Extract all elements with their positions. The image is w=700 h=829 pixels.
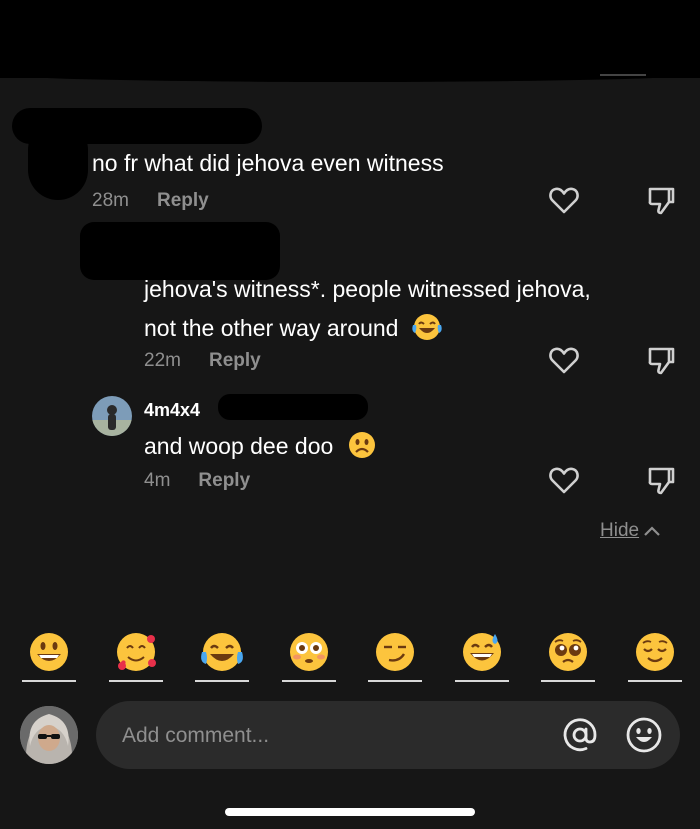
home-indicator[interactable] — [225, 808, 475, 816]
divider — [600, 74, 646, 76]
heart-icon[interactable] — [549, 466, 579, 494]
reply-button[interactable]: Reply — [198, 470, 250, 492]
dislike-icon[interactable] — [647, 186, 675, 216]
chevron-up-icon — [644, 526, 660, 536]
grinning-face-with-sweat-button[interactable] — [454, 630, 509, 682]
pleading-face-icon — [549, 633, 588, 671]
grinning-face-icon — [30, 633, 68, 671]
hide-replies-button[interactable]: Hide — [600, 520, 661, 542]
smirking-face-button[interactable] — [368, 630, 423, 682]
emoji-underline — [195, 680, 250, 682]
emoji-quick-bar — [22, 630, 682, 682]
comment-time: 22m — [144, 350, 181, 371]
flushed-face-button[interactable] — [281, 630, 336, 682]
pleading-face-button[interactable] — [541, 630, 596, 682]
user-avatar[interactable] — [20, 706, 78, 764]
comment-text: jehova's witness*. people witnessed jeho… — [144, 276, 591, 302]
comment-time: 28m — [92, 190, 129, 211]
smirking-face-icon — [376, 633, 415, 671]
flushed-face-icon — [289, 633, 328, 671]
comment-text: not the other way around — [144, 315, 399, 341]
face-with-tears-of-joy-icon — [411, 311, 443, 353]
at-icon[interactable] — [562, 717, 598, 753]
comment-meta: 4m Reply — [144, 470, 250, 492]
face-with-tears-of-joy-button[interactable] — [195, 630, 250, 682]
smiling-face-with-hearts-button[interactable] — [108, 630, 163, 682]
redacted-username-3 — [218, 394, 368, 420]
reply-button[interactable]: Reply — [157, 190, 209, 212]
dislike-icon[interactable] — [647, 346, 675, 376]
comment-input[interactable] — [120, 701, 544, 771]
comment-text: and woop dee doo — [144, 433, 334, 459]
avatar[interactable] — [92, 396, 132, 436]
comment-meta: 28m Reply — [92, 190, 209, 212]
emoji-underline — [368, 680, 423, 682]
heart-icon[interactable] — [549, 346, 579, 374]
emoji-underline — [627, 680, 682, 682]
hide-label: Hide — [600, 520, 640, 541]
emoji-underline — [22, 680, 76, 682]
heart-icon[interactable] — [549, 186, 579, 214]
top-redacted-area — [0, 0, 700, 82]
smiley-icon[interactable] — [625, 716, 663, 754]
comment-composer[interactable] — [96, 701, 680, 771]
smiling-face-with-hearts-icon — [116, 633, 156, 671]
reply-button[interactable]: Reply — [209, 350, 261, 372]
emoji-underline — [454, 680, 509, 682]
redacted-avatar-1 — [28, 120, 88, 200]
dislike-icon[interactable] — [647, 466, 675, 496]
face-with-tears-of-joy-icon — [201, 633, 244, 671]
comment-text-line2: not the other way around — [144, 309, 443, 353]
frowning-face-icon — [346, 429, 378, 471]
grinning-face-button[interactable] — [22, 630, 76, 682]
comment-meta: 22m Reply — [144, 350, 261, 372]
relieved-face-button[interactable] — [627, 630, 682, 682]
relieved-face-icon — [635, 633, 674, 671]
comment-text: no fr what did jehova even witness — [92, 150, 444, 176]
username[interactable]: 4m4x4 — [144, 400, 200, 421]
comment-text-line: and woop dee doo — [144, 427, 378, 471]
emoji-underline — [281, 680, 336, 682]
comment-time: 4m — [144, 470, 171, 491]
emoji-underline — [108, 680, 163, 682]
grinning-face-with-sweat-icon — [462, 633, 501, 671]
emoji-underline — [541, 680, 596, 682]
